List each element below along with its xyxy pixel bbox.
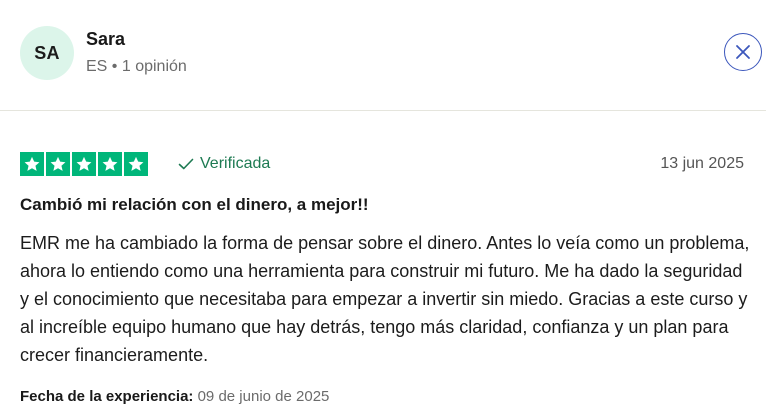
experience-date: Fecha de la experiencia: 09 de junio de …: [20, 388, 329, 405]
close-icon: [736, 45, 750, 59]
review-title: Cambió mi relación con el dinero, a mejo…: [20, 195, 369, 214]
experience-date-label: Fecha de la experiencia:: [20, 388, 194, 405]
reviewer-country: ES: [86, 58, 108, 75]
close-button[interactable]: [724, 33, 762, 71]
verified-label: Verificada: [200, 155, 271, 172]
review-card: SA Sara ES • 1 opinión Verificada 13 jun…: [0, 0, 766, 420]
review-date: 13 jun 2025: [660, 155, 744, 172]
reviewer-review-count: 1 opinión: [121, 58, 187, 75]
avatar: SA: [20, 26, 74, 80]
meta-separator: •: [111, 58, 118, 75]
star-icon: [20, 152, 44, 176]
star-icon: [72, 152, 96, 176]
reviewer-meta: ES • 1 opinión: [86, 58, 187, 76]
reviewer-name[interactable]: Sara: [86, 29, 125, 50]
star-rating: [20, 152, 148, 176]
review-body: EMR me ha cambiado la forma de pensar so…: [20, 233, 750, 365]
star-icon: [98, 152, 122, 176]
verified-badge[interactable]: Verificada: [178, 155, 270, 173]
star-icon: [46, 152, 70, 176]
star-icon: [124, 152, 148, 176]
experience-date-value: 09 de junio de 2025: [197, 388, 330, 405]
check-icon: [178, 158, 194, 170]
reviewer-header: SA Sara ES • 1 opinión: [0, 0, 766, 111]
